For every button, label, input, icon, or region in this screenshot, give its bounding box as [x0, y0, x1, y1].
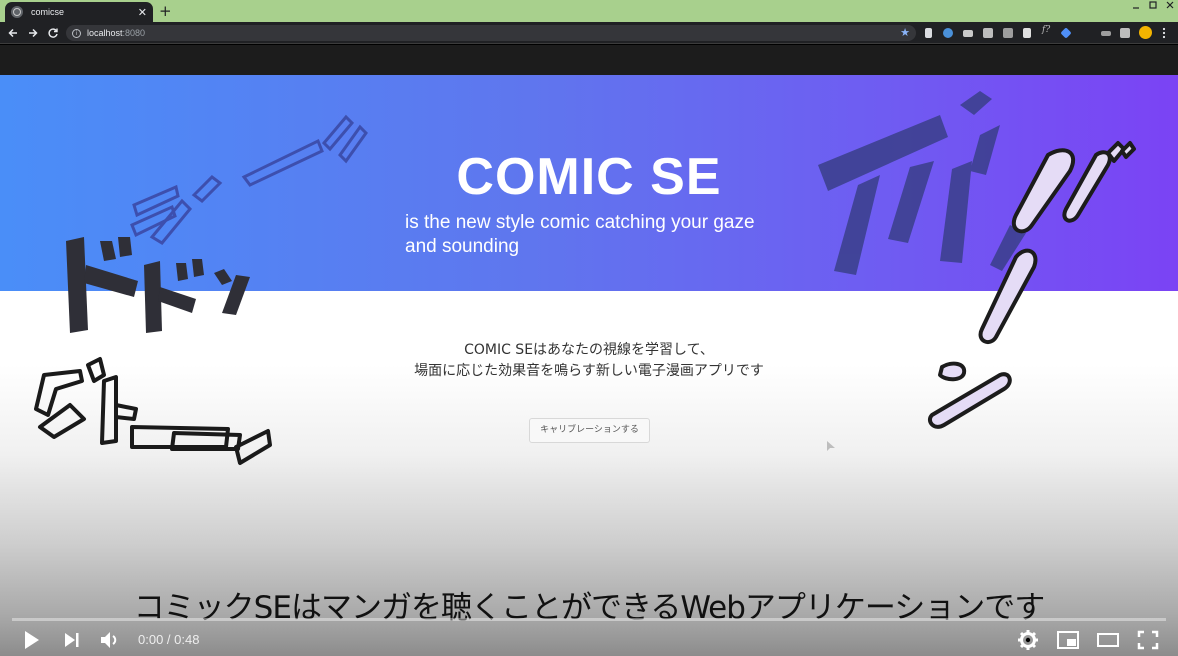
time-total: 0:48: [174, 632, 200, 647]
theater-icon[interactable]: [1096, 628, 1120, 652]
puzzle-icon[interactable]: [1120, 28, 1130, 38]
arrow-right-icon[interactable]: [27, 27, 39, 39]
mouse-cursor-icon: [827, 441, 835, 451]
extension-fx-icon[interactable]: f?: [1042, 25, 1052, 35]
video-progress-bar[interactable]: [12, 618, 1166, 621]
extension-camera-icon[interactable]: [1003, 28, 1013, 38]
next-icon[interactable]: [62, 628, 82, 652]
new-tab-button[interactable]: +: [159, 3, 172, 19]
volume-icon[interactable]: [99, 628, 121, 652]
globe-icon: [11, 6, 23, 18]
extension-blue-icon[interactable]: [943, 28, 953, 38]
miniplayer-icon[interactable]: [1056, 628, 1080, 652]
extension-doc-icon[interactable]: [925, 28, 932, 38]
close-window-icon[interactable]: [1165, 0, 1175, 12]
extension-glasses-icon[interactable]: [1101, 31, 1111, 36]
browser-tab[interactable]: comicse ✕: [5, 2, 153, 22]
reload-icon[interactable]: [47, 27, 59, 39]
web-page: COMIC SE is the new style comic catching…: [0, 75, 1178, 656]
menu-dots-icon[interactable]: [1161, 27, 1167, 39]
time-separator: /: [163, 632, 175, 647]
avatar[interactable]: [1139, 26, 1152, 39]
star-icon[interactable]: ★: [900, 26, 910, 39]
sfx-shaa-illustration: [130, 114, 368, 245]
time-current: 0:00: [138, 632, 164, 647]
extension-car-icon[interactable]: [983, 28, 993, 38]
extension-book-icon[interactable]: [1023, 28, 1031, 38]
sfx-zuba-illustration: [818, 91, 1026, 275]
page-top-bar: [0, 45, 1178, 75]
sfx-dodon-illustration: [66, 237, 250, 333]
extension-laptop-icon[interactable]: [963, 30, 973, 37]
maximize-icon[interactable]: [1148, 0, 1158, 12]
fullscreen-icon[interactable]: [1136, 628, 1160, 652]
tab-close-icon[interactable]: ✕: [138, 6, 147, 19]
arrow-left-icon[interactable]: [7, 27, 19, 39]
extension-dropbox-icon[interactable]: [1060, 27, 1072, 39]
url-host: localhost: [87, 28, 123, 38]
browser-toolbar: i localhost:8080 ★ f?: [0, 22, 1178, 44]
video-time: 0:00 / 0:48: [138, 632, 199, 647]
address-bar[interactable]: i localhost:8080 ★: [66, 25, 916, 41]
sfx-zudoon-illustration: [34, 357, 272, 465]
info-icon[interactable]: i: [72, 28, 81, 38]
play-icon[interactable]: [22, 628, 42, 652]
gear-icon[interactable]: [1017, 628, 1039, 652]
tab-strip: comicse ✕ +: [0, 0, 1178, 22]
tab-title: comicse: [31, 7, 65, 17]
sfx-artwork: [34, 91, 1136, 465]
url-port: :8080: [122, 28, 146, 38]
minimize-icon[interactable]: [1131, 2, 1141, 14]
